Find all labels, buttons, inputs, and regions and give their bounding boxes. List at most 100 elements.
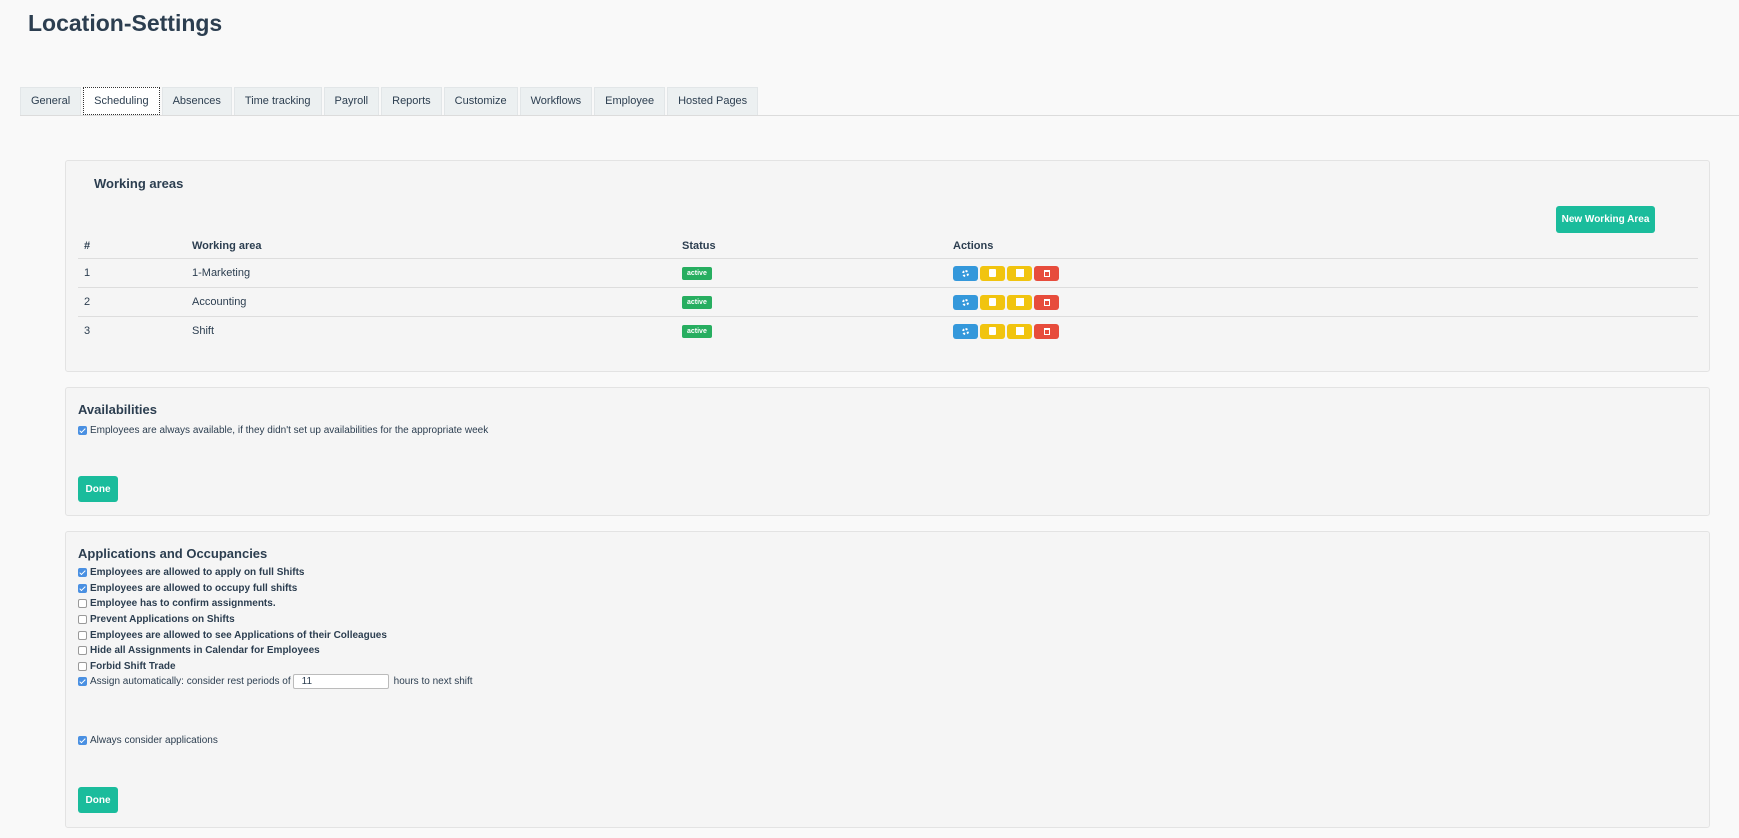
gear-icon	[962, 298, 969, 306]
tab-time-tracking[interactable]: Time tracking	[233, 87, 322, 115]
prevent-applications-checkbox[interactable]	[78, 615, 87, 625]
calendar-icon	[1015, 269, 1024, 277]
availabilities-title: Availabilities	[78, 402, 157, 417]
prevent-applications-option[interactable]: Prevent Applications on Shifts	[78, 612, 473, 628]
gear-icon	[962, 269, 969, 277]
edit-button[interactable]	[980, 294, 1005, 310]
confirm-assignments-checkbox[interactable]	[78, 599, 87, 609]
tab-hosted-pages[interactable]: Hosted Pages	[667, 87, 759, 115]
occupy-full-shifts-option[interactable]: Employees are allowed to occupy full shi…	[78, 581, 473, 597]
prevent-applications-label: Prevent Applications on Shifts	[90, 614, 235, 626]
calendar-button[interactable]	[1007, 294, 1032, 310]
working-area-name: 1-Marketing	[186, 258, 676, 288]
always-consider-list: Always consider applications	[78, 733, 218, 749]
hours-to-next-shift-label: hours to next shift	[393, 676, 473, 688]
status-cell: active	[676, 258, 947, 288]
actions-cell	[947, 258, 1698, 288]
always-consider-checkbox[interactable]	[78, 736, 87, 746]
row-number: 1	[78, 258, 186, 288]
apply-full-shifts-option[interactable]: Employees are allowed to apply on full S…	[78, 565, 473, 581]
column-header-actions: Actions	[947, 240, 1698, 259]
trash-icon	[1043, 298, 1050, 306]
always-consider-label: Always consider applications	[90, 735, 218, 747]
tab-scheduling[interactable]: Scheduling	[83, 87, 160, 115]
occupy-full-shifts-label: Employees are allowed to occupy full shi…	[90, 582, 298, 594]
availabilities-panel: Availabilities Employees are always avai…	[65, 387, 1710, 516]
forbid-shift-trade-label: Forbid Shift Trade	[90, 660, 176, 672]
occupy-full-shifts-checkbox[interactable]	[78, 583, 87, 593]
table-header-row: # Working area Status Actions	[78, 240, 1698, 259]
rest-period-hours-input[interactable]	[292, 674, 389, 690]
see-colleague-applications-option[interactable]: Employees are allowed to see Application…	[78, 627, 473, 643]
hide-assignments-checkbox[interactable]	[78, 646, 87, 656]
status-badge: active	[682, 325, 712, 338]
apply-full-shifts-checkbox[interactable]	[78, 568, 87, 578]
see-colleague-applications-checkbox[interactable]	[78, 630, 87, 640]
tab-general[interactable]: General	[20, 87, 82, 115]
applications-title: Applications and Occupancies	[78, 546, 268, 561]
tab-reports[interactable]: Reports	[381, 87, 442, 115]
settings-button[interactable]	[953, 265, 978, 281]
table-row: 2 Accounting active	[78, 287, 1698, 317]
delete-button[interactable]	[1034, 294, 1059, 310]
status-cell: active	[676, 317, 947, 346]
assign-automatically-label: Assign automatically: consider rest peri…	[90, 676, 291, 688]
document-icon	[989, 269, 996, 277]
document-icon	[989, 327, 996, 335]
tab-customize[interactable]: Customize	[443, 87, 518, 115]
working-area-name: Accounting	[186, 287, 676, 317]
working-areas-table: # Working area Status Actions 1 1-Market…	[78, 240, 1698, 345]
tab-payroll[interactable]: Payroll	[323, 87, 380, 115]
availabilities-done-button[interactable]: Done	[78, 476, 118, 502]
delete-button[interactable]	[1034, 265, 1059, 281]
delete-button[interactable]	[1034, 323, 1059, 339]
edit-button[interactable]	[980, 265, 1005, 281]
trash-icon	[1043, 269, 1050, 277]
settings-button[interactable]	[953, 323, 978, 339]
settings-button[interactable]	[953, 294, 978, 310]
calendar-button[interactable]	[1007, 265, 1032, 281]
tab-absences[interactable]: Absences	[161, 87, 232, 115]
column-header-status: Status	[676, 240, 947, 259]
always-consider-option[interactable]: Always consider applications	[78, 733, 218, 749]
actions-cell	[947, 287, 1698, 317]
calendar-icon	[1015, 298, 1024, 306]
applications-panel: Applications and Occupancies Employees a…	[65, 531, 1710, 828]
gear-icon	[962, 327, 969, 335]
always-available-label: Employees are always available, if they …	[90, 425, 489, 437]
row-number: 3	[84, 325, 91, 337]
status-cell: active	[676, 287, 947, 317]
table-row: 1 1-Marketing active	[78, 258, 1698, 288]
new-working-area-button[interactable]: New Working Area	[1556, 206, 1655, 233]
calendar-button[interactable]	[1007, 323, 1032, 339]
always-available-checkbox[interactable]	[78, 426, 87, 436]
availabilities-options: Employees are always available, if they …	[78, 423, 488, 439]
assign-automatically-checkbox[interactable]	[78, 677, 87, 687]
edit-button[interactable]	[980, 323, 1005, 339]
status-badge: active	[682, 296, 712, 309]
page-title: Location-Settings	[28, 10, 223, 36]
tab-employee[interactable]: Employee	[594, 87, 666, 115]
table-row: 3 Shift active	[78, 317, 1698, 346]
applications-done-button[interactable]: Done	[78, 787, 118, 813]
confirm-assignments-option[interactable]: Employee has to confirm assignments.	[78, 596, 473, 612]
apply-full-shifts-label: Employees are allowed to apply on full S…	[90, 567, 305, 579]
working-areas-title: Working areas	[94, 176, 184, 191]
document-icon	[989, 298, 996, 306]
row-number: 2	[78, 287, 186, 317]
calendar-icon	[1015, 327, 1024, 335]
hide-assignments-label: Hide all Assignments in Calendar for Emp…	[90, 645, 320, 657]
status-badge: active	[682, 267, 712, 280]
forbid-shift-trade-option[interactable]: Forbid Shift Trade	[78, 659, 473, 675]
assign-automatically-option[interactable]: Assign automatically: consider rest peri…	[78, 674, 473, 690]
hide-assignments-option[interactable]: Hide all Assignments in Calendar for Emp…	[78, 643, 473, 659]
working-areas-panel: Working areas New Working Area # Working…	[65, 160, 1710, 372]
see-colleague-applications-label: Employees are allowed to see Application…	[90, 629, 387, 641]
confirm-assignments-label: Employee has to confirm assignments.	[90, 598, 276, 610]
column-header-number: #	[78, 240, 186, 259]
column-header-working-area: Working area	[186, 240, 676, 259]
forbid-shift-trade-checkbox[interactable]	[78, 661, 87, 671]
tab-workflows[interactable]: Workflows	[519, 87, 593, 115]
trash-icon	[1043, 327, 1050, 335]
always-available-option[interactable]: Employees are always available, if they …	[78, 423, 488, 439]
